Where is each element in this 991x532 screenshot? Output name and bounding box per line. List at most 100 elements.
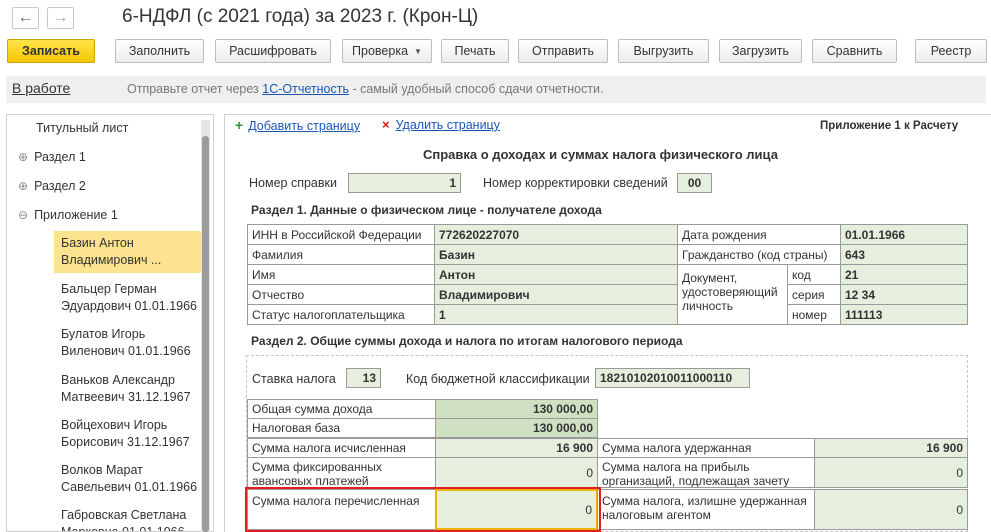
- add-page-link[interactable]: + Добавить страницу: [235, 117, 360, 133]
- compare-button[interactable]: Сравнить: [812, 39, 897, 63]
- import-button[interactable]: Загрузить: [719, 39, 802, 63]
- tax-calculated-field[interactable]: 16 900: [435, 438, 598, 458]
- tax-base-label: Налоговая база: [247, 418, 436, 438]
- info-text-before: Отправьте отчет через: [127, 82, 263, 96]
- expand-plus-icon[interactable]: ⊕: [18, 150, 28, 164]
- patronymic-field[interactable]: Владимирович: [434, 284, 678, 305]
- citizenship-label: Гражданство (код страны): [677, 244, 841, 265]
- expand-plus-icon[interactable]: ⊕: [18, 179, 28, 193]
- birth-date-field[interactable]: 01.01.1966: [840, 224, 968, 245]
- correction-number-label: Номер корректировки сведений: [483, 176, 668, 190]
- list-item-person[interactable]: Ваньков Александр Матвеевич 31.12.1967: [54, 368, 201, 410]
- doc-number-label: номер: [787, 304, 841, 325]
- chevron-down-icon: ▼: [414, 46, 422, 56]
- cert-number-field[interactable]: 1: [348, 173, 461, 193]
- tax-calculated-label: Сумма налога исчисленная: [247, 438, 436, 458]
- form-heading: Справка о доходах и суммах налога физиче…: [423, 147, 778, 162]
- patronymic-label: Отчество: [247, 284, 435, 305]
- section-1-title: Раздел 1. Данные о физическом лице - пол…: [251, 203, 602, 217]
- list-item-person[interactable]: Габровская Светлана Марковна 01.01.1966: [54, 503, 201, 532]
- doc-series-field[interactable]: 12 34: [840, 284, 968, 305]
- list-item-person[interactable]: Войцехович Игорь Борисович 31.12.1967: [54, 413, 201, 455]
- section-2-title: Раздел 2. Общие суммы дохода и налога по…: [251, 334, 683, 348]
- person-line-2: Савельевич 01.01.1966: [61, 480, 198, 494]
- nav-item-appendix-1[interactable]: ⊖ Приложение 1: [18, 208, 118, 222]
- list-item-person[interactable]: Волков Марат Савельевич 01.01.1966: [54, 458, 201, 500]
- back-button[interactable]: ←: [12, 7, 39, 29]
- nav-item-section-1[interactable]: ⊕ Раздел 1: [18, 150, 86, 164]
- person-line-1: Булатов Игорь: [61, 327, 146, 341]
- decode-button[interactable]: Расшифровать: [215, 39, 331, 63]
- person-line-2: Марковна 01.01.1966: [61, 525, 185, 532]
- person-line-1: Ваньков Александр: [61, 373, 175, 387]
- registry-button[interactable]: Реестр: [915, 39, 987, 63]
- person-line-1: Базин Антон: [61, 236, 134, 250]
- person-line-1: Габровская Светлана: [61, 508, 187, 522]
- total-income-field[interactable]: 130 000,00: [435, 399, 598, 419]
- sections-tree: Титульный лист ⊕ Раздел 1 ⊕ Раздел 2 ⊖ Прил…: [6, 114, 214, 532]
- nav-scrollbar-thumb[interactable]: [202, 136, 209, 532]
- profit-tax-offset-label: Сумма налога на прибыль организаций, под…: [597, 457, 815, 488]
- fill-button[interactable]: Заполнить: [115, 39, 204, 63]
- inn-field[interactable]: 772620227070: [434, 224, 678, 245]
- excess-withheld-label: Сумма налога, излишне удержанная налогов…: [597, 489, 815, 530]
- arrow-right-icon: →: [52, 9, 69, 26]
- plus-icon: +: [235, 117, 244, 133]
- nav-item-title-page[interactable]: Титульный лист: [36, 121, 128, 135]
- collapse-minus-icon[interactable]: ⊖: [18, 208, 28, 222]
- reporting-link[interactable]: 1С-Отчетность: [262, 82, 349, 96]
- excess-withheld-field[interactable]: 0: [814, 489, 968, 530]
- list-item-person[interactable]: Бальцер Герман Эдуардович 01.01.1966: [54, 277, 201, 319]
- close-icon: ×: [382, 117, 390, 132]
- list-item-person[interactable]: Базин Антон Владимирович ...: [54, 231, 201, 273]
- kbk-label: Код бюджетной классификации: [406, 372, 590, 386]
- tax-withheld-label: Сумма налога удержанная: [597, 438, 815, 458]
- info-text-after: - самый удобный способ сдачи отчетности.: [348, 82, 604, 96]
- tax-rate-label: Ставка налога: [252, 372, 336, 386]
- window-title: 6-НДФЛ (с 2021 года) за 2023 г. (Крон-Ц): [122, 6, 479, 27]
- tax-rate-field[interactable]: 13: [346, 368, 381, 388]
- add-page-label: Добавить страницу: [248, 119, 361, 133]
- fixed-advance-field[interactable]: 0: [435, 457, 598, 488]
- person-line-2: Борисович 31.12.1967: [61, 435, 190, 449]
- doc-code-field[interactable]: 21: [840, 264, 968, 285]
- document-label: Документ, удостоверяющий личность: [677, 264, 788, 325]
- delete-page-link[interactable]: × Удалить страницу: [382, 117, 500, 132]
- inn-label: ИНН в Российской Федерации: [247, 224, 435, 245]
- status-link[interactable]: В работе: [12, 80, 70, 96]
- print-button[interactable]: Печать: [441, 39, 509, 63]
- highlight-frame: [245, 487, 601, 532]
- check-button[interactable]: Проверка ▼: [342, 39, 432, 63]
- person-line-2: Эдуардович 01.01.1966: [61, 299, 198, 313]
- doc-series-label: серия: [787, 284, 841, 305]
- kbk-field[interactable]: 18210102010011000110: [595, 368, 750, 388]
- name-field[interactable]: Антон: [434, 264, 678, 285]
- profit-tax-offset-field[interactable]: 0: [814, 457, 968, 488]
- taxpayer-status-label: Статус налогоплательщика: [247, 304, 435, 325]
- name-label: Имя: [247, 264, 435, 285]
- export-button[interactable]: Выгрузить: [618, 39, 709, 63]
- nav-item-section-1-label: Раздел 1: [34, 150, 86, 164]
- person-line-2: Владимирович ...: [61, 253, 162, 267]
- nav-item-appendix-1-label: Приложение 1: [34, 208, 118, 222]
- list-item-person[interactable]: Булатов Игорь Виленович 01.01.1966: [54, 322, 201, 364]
- doc-code-label: код: [787, 264, 841, 285]
- citizenship-field[interactable]: 643: [840, 244, 968, 265]
- correction-number-field[interactable]: 00: [677, 173, 712, 193]
- tax-base-field[interactable]: 130 000,00: [435, 418, 598, 438]
- nav-item-section-2[interactable]: ⊕ Раздел 2: [18, 179, 86, 193]
- total-income-label: Общая сумма дохода: [247, 399, 436, 419]
- nav-item-section-2-label: Раздел 2: [34, 179, 86, 193]
- doc-number-field[interactable]: 111113: [840, 304, 968, 325]
- person-line-2: Матвеевич 31.12.1967: [61, 390, 191, 404]
- forward-button[interactable]: →: [47, 7, 74, 29]
- taxpayer-status-field[interactable]: 1: [434, 304, 678, 325]
- tax-withheld-field[interactable]: 16 900: [814, 438, 968, 458]
- birth-date-label: Дата рождения: [677, 224, 841, 245]
- send-button[interactable]: Отправить: [518, 39, 608, 63]
- person-line-1: Войцехович Игорь: [61, 418, 168, 432]
- save-button[interactable]: Записать: [7, 39, 95, 63]
- surname-field[interactable]: Базин: [434, 244, 678, 265]
- fixed-advance-label: Сумма фиксированных авансовых платежей: [247, 457, 436, 488]
- person-line-2: Виленович 01.01.1966: [61, 344, 191, 358]
